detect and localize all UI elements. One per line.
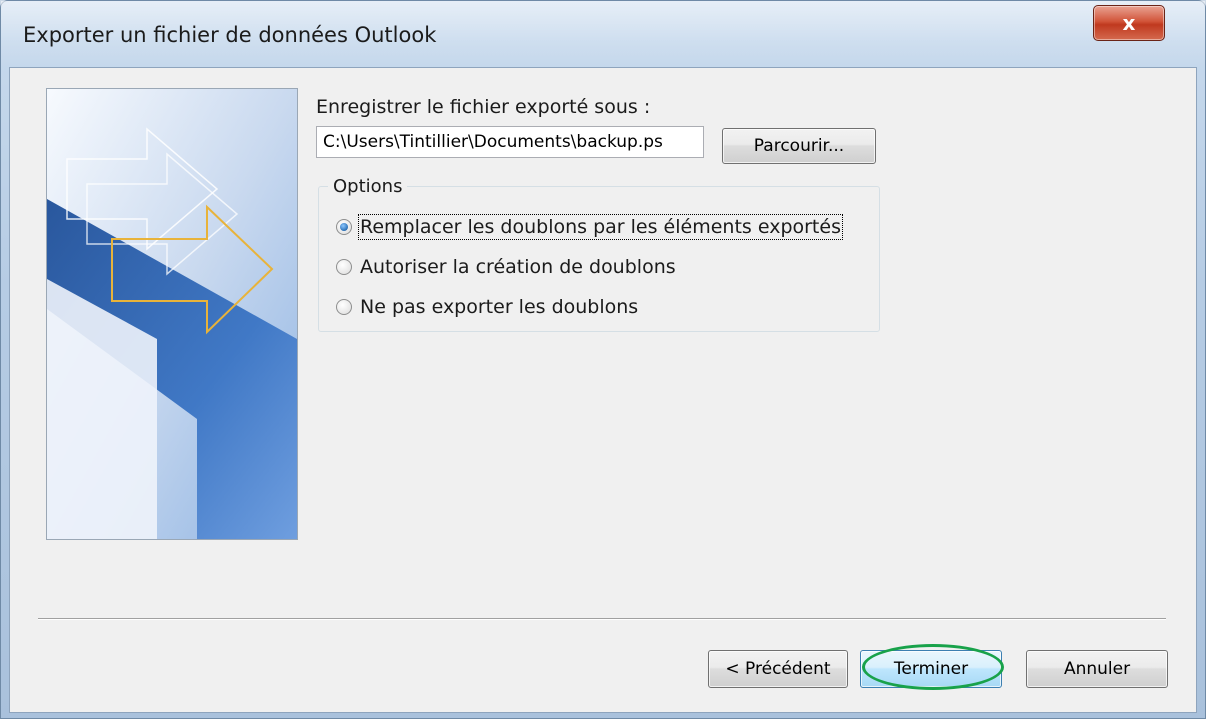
radio-checked-icon[interactable] bbox=[336, 219, 352, 235]
option-label: Remplacer les doublons par les éléments … bbox=[358, 214, 843, 240]
cancel-button-label: Annuler bbox=[1063, 659, 1131, 679]
options-legend: Options bbox=[328, 176, 408, 197]
option-label: Autoriser la création de doublons bbox=[360, 256, 676, 278]
footer-separator bbox=[38, 618, 1166, 620]
radio-unchecked-icon[interactable] bbox=[336, 259, 352, 275]
wizard-banner-image bbox=[46, 88, 298, 540]
export-path-field[interactable] bbox=[316, 126, 704, 158]
cancel-button[interactable]: Annuler bbox=[1026, 650, 1168, 688]
option-no-duplicates[interactable]: Ne pas exporter les doublons bbox=[336, 296, 638, 318]
option-replace-duplicates[interactable]: Remplacer les doublons par les éléments … bbox=[336, 214, 843, 240]
export-arrows-illustration bbox=[47, 89, 297, 539]
close-icon: x bbox=[1122, 11, 1136, 35]
dialog-client-area: Enregistrer le fichier exporté sous : Pa… bbox=[9, 67, 1197, 713]
browse-button-label: Parcourir... bbox=[753, 136, 845, 156]
export-dialog-window: Exporter un fichier de données Outlook x bbox=[0, 0, 1206, 719]
previous-button[interactable]: < Précédent bbox=[708, 650, 848, 688]
window-title: Exporter un fichier de données Outlook bbox=[23, 23, 437, 47]
radio-unchecked-icon[interactable] bbox=[336, 299, 352, 315]
browse-button[interactable]: Parcourir... bbox=[722, 128, 876, 164]
option-label: Ne pas exporter les doublons bbox=[360, 296, 639, 318]
close-button[interactable]: x bbox=[1093, 5, 1165, 41]
title-bar[interactable]: Exporter un fichier de données Outlook x bbox=[1, 1, 1205, 67]
previous-button-label: < Précédent bbox=[725, 659, 831, 679]
finish-button-label: Terminer bbox=[893, 659, 969, 679]
save-as-label: Enregistrer le fichier exporté sous : bbox=[316, 96, 651, 118]
option-allow-duplicates[interactable]: Autoriser la création de doublons bbox=[336, 256, 676, 278]
finish-button[interactable]: Terminer bbox=[860, 650, 1002, 688]
